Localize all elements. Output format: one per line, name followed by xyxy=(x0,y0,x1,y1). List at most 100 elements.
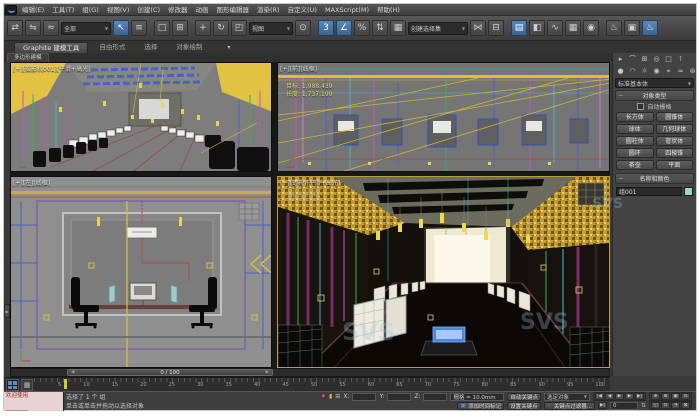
bind-to-spacewarp-icon[interactable]: ≈ xyxy=(43,20,59,36)
rectangular-selection-region-icon[interactable]: □ xyxy=(154,20,170,36)
go-to-end-button[interactable]: ▶| xyxy=(635,393,644,400)
frame-spinner-icon[interactable]: ⇅ xyxy=(641,402,646,410)
create-category-icon[interactable]: ☼ xyxy=(639,67,650,76)
menu-item[interactable]: 图形编辑器 xyxy=(217,4,250,16)
maxscript-mini-listener[interactable]: 欢迎使用 MAXS xyxy=(4,392,64,411)
object-type-button[interactable]: 几何球体 xyxy=(656,124,694,134)
ribbon-collapse-icon[interactable]: ▾ xyxy=(227,42,230,53)
next-frame-button[interactable]: ▶ xyxy=(625,393,634,400)
command-panel-tab-icon[interactable]: ⊞ xyxy=(639,55,650,64)
polygon-modeling-panel[interactable]: 多边形建模 xyxy=(7,53,49,62)
curve-editor-icon[interactable]: ∿ xyxy=(547,20,563,36)
tab-graphite-modeling[interactable]: Graphite 建模工具 xyxy=(14,42,88,53)
menu-item[interactable]: 视图(V) xyxy=(107,4,130,16)
viewport-left[interactable]: [+][左][线框] xyxy=(10,176,272,368)
selected-filter-dropdown[interactable]: 选定对象 ▼ xyxy=(544,393,590,401)
go-to-start-button[interactable]: |◀ xyxy=(595,393,604,400)
zoom-extents-all-icon[interactable]: ⊡ xyxy=(681,393,690,400)
viewport-perspective-active[interactable]: [+][透视][平滑+高光] xyxy=(277,176,610,368)
snap-toggle-3d-icon[interactable]: 3 xyxy=(318,20,334,36)
edit-named-selection-icon[interactable]: ▦ xyxy=(390,20,406,36)
pan-icon[interactable]: ⇆ xyxy=(661,402,670,409)
object-type-button[interactable]: 长方体 xyxy=(616,112,654,122)
create-category-icon[interactable]: ● xyxy=(615,67,626,76)
menu-item[interactable]: 创建(C) xyxy=(137,4,160,16)
named-selection-dropdown[interactable]: 创建选择集▼ xyxy=(408,22,468,35)
viewport-label[interactable]: [+][前][线框] xyxy=(280,64,317,73)
object-type-button[interactable]: 球体 xyxy=(616,124,654,134)
object-type-button[interactable]: 圆柱体 xyxy=(616,136,654,146)
zoom-region-icon[interactable]: ◱ xyxy=(651,402,660,409)
create-category-icon[interactable]: ⌖ xyxy=(663,67,674,76)
selection-lock-icon[interactable]: ▮ xyxy=(329,393,332,401)
object-type-button[interactable]: 圆锥体 xyxy=(656,112,694,122)
menu-item[interactable]: 帮助(H) xyxy=(377,4,400,16)
schematic-view-icon[interactable]: ▦ xyxy=(565,20,581,36)
object-color-swatch[interactable] xyxy=(684,187,693,196)
menu-item[interactable]: 渲染(R) xyxy=(257,4,280,16)
create-category-icon[interactable]: ◉ xyxy=(651,67,662,76)
timeline-ruler[interactable]: 5101520253035404550556065707580859095100 xyxy=(34,378,610,392)
time-slider-track[interactable]: ◀ 0 / 100 ▶ xyxy=(10,368,610,377)
object-type-button[interactable]: 四棱锥 xyxy=(656,148,694,158)
angle-snap-icon[interactable]: ∠ xyxy=(336,20,352,36)
viewport-label[interactable]: [+][摄影机001][平滑+高光] xyxy=(13,64,91,73)
next-frame-arrow-icon[interactable]: ▶ xyxy=(266,370,269,375)
viewcube[interactable] xyxy=(239,203,259,220)
x-coordinate-field[interactable] xyxy=(352,393,376,401)
tab-freeform[interactable]: 自由形式 xyxy=(91,42,133,53)
object-type-button[interactable]: 平面 xyxy=(656,160,694,170)
application-menu-button[interactable] xyxy=(5,5,17,15)
rendered-frame-window-icon[interactable]: ▣ xyxy=(624,20,640,36)
command-panel-tab-icon[interactable]: ▸ xyxy=(615,55,626,64)
prev-frame-arrow-icon[interactable]: ◀ xyxy=(71,370,74,375)
z-coordinate-field[interactable] xyxy=(423,393,447,401)
graphite-ribbon-toggle-icon[interactable]: ◧ xyxy=(529,20,545,36)
y-coordinate-field[interactable] xyxy=(387,393,411,401)
tab-object-paint[interactable]: 对象绘制 xyxy=(168,42,210,53)
align-icon[interactable]: ⊟ xyxy=(488,20,504,36)
menu-item[interactable]: 自定义(U) xyxy=(288,4,317,16)
select-and-link-icon[interactable]: ⇄ xyxy=(7,20,23,36)
panel-expander-button[interactable]: ▶ xyxy=(4,304,10,318)
command-panel-tab-icon[interactable]: ⊺ xyxy=(675,55,686,64)
name-color-rollout[interactable]: − 名称和颜色 xyxy=(615,173,694,184)
track-bar[interactable]: ▦ 51015202530354045505560657075808590951… xyxy=(4,377,610,391)
add-time-tag-button[interactable]: ▣ 添加时间标记 xyxy=(457,402,504,410)
isolate-pin-icon[interactable]: ♦ xyxy=(321,393,326,401)
render-setup-icon[interactable]: ♨ xyxy=(606,20,622,36)
object-type-button[interactable]: 圆环 xyxy=(616,148,654,158)
viewport-label[interactable]: [+][透视][平滑+高光] xyxy=(280,178,340,187)
menu-item[interactable]: 动画 xyxy=(196,4,209,16)
reference-coordinate-dropdown[interactable]: 视图▼ xyxy=(249,22,293,35)
render-production-icon[interactable]: ♨ xyxy=(642,20,658,36)
object-type-button[interactable]: 茶壶 xyxy=(616,160,654,170)
unlink-selection-icon[interactable]: ⇋ xyxy=(25,20,41,36)
viewport-layout-button[interactable] xyxy=(6,379,19,391)
layer-manager-icon[interactable]: ▤ xyxy=(511,20,527,36)
maximize-viewport-icon[interactable]: ⊠ xyxy=(681,402,690,409)
object-type-button[interactable]: 管状体 xyxy=(656,136,694,146)
set-key-button[interactable]: 设置关键点 xyxy=(507,402,541,410)
command-panel-tab-icon[interactable]: ⌒ xyxy=(627,55,638,64)
menu-item[interactable]: 编辑(E) xyxy=(22,4,44,16)
select-and-scale-icon[interactable]: ◰ xyxy=(231,20,247,36)
primitive-type-dropdown[interactable]: 标准基本体 ▼ xyxy=(615,78,694,88)
orbit-icon[interactable]: ◔ xyxy=(671,402,680,409)
zoom-all-icon[interactable]: ⊞ xyxy=(661,393,670,400)
menu-item[interactable]: 组(G) xyxy=(82,4,99,16)
menu-item[interactable]: MAXScript(M) xyxy=(325,4,369,16)
key-filters-button[interactable]: ✓ 关键点过滤器... xyxy=(544,402,595,410)
create-category-icon[interactable]: ⊛ xyxy=(687,67,698,76)
tab-selection[interactable]: 选择 xyxy=(136,42,165,53)
viewport-front[interactable]: [+][前][线框] 目标: 1,988.439 长度: 1,737.199 xyxy=(277,62,610,172)
command-panel-tab-icon[interactable]: ◎ xyxy=(651,55,662,64)
selection-filter-dropdown[interactable]: 全部▼ xyxy=(61,22,111,35)
object-type-rollout[interactable]: − 对象类型 xyxy=(615,90,694,101)
window-crossing-icon[interactable]: ⊞ xyxy=(172,20,188,36)
viewport-camera[interactable]: [+][摄影机001][平滑+高光] xyxy=(10,62,272,172)
auto-key-button[interactable]: 自动关键点 xyxy=(507,393,541,401)
create-category-icon[interactable]: ≈ xyxy=(675,67,686,76)
mini-curve-editor-button[interactable]: ▦ xyxy=(21,379,33,391)
mirror-icon[interactable]: ⋈ xyxy=(470,20,486,36)
